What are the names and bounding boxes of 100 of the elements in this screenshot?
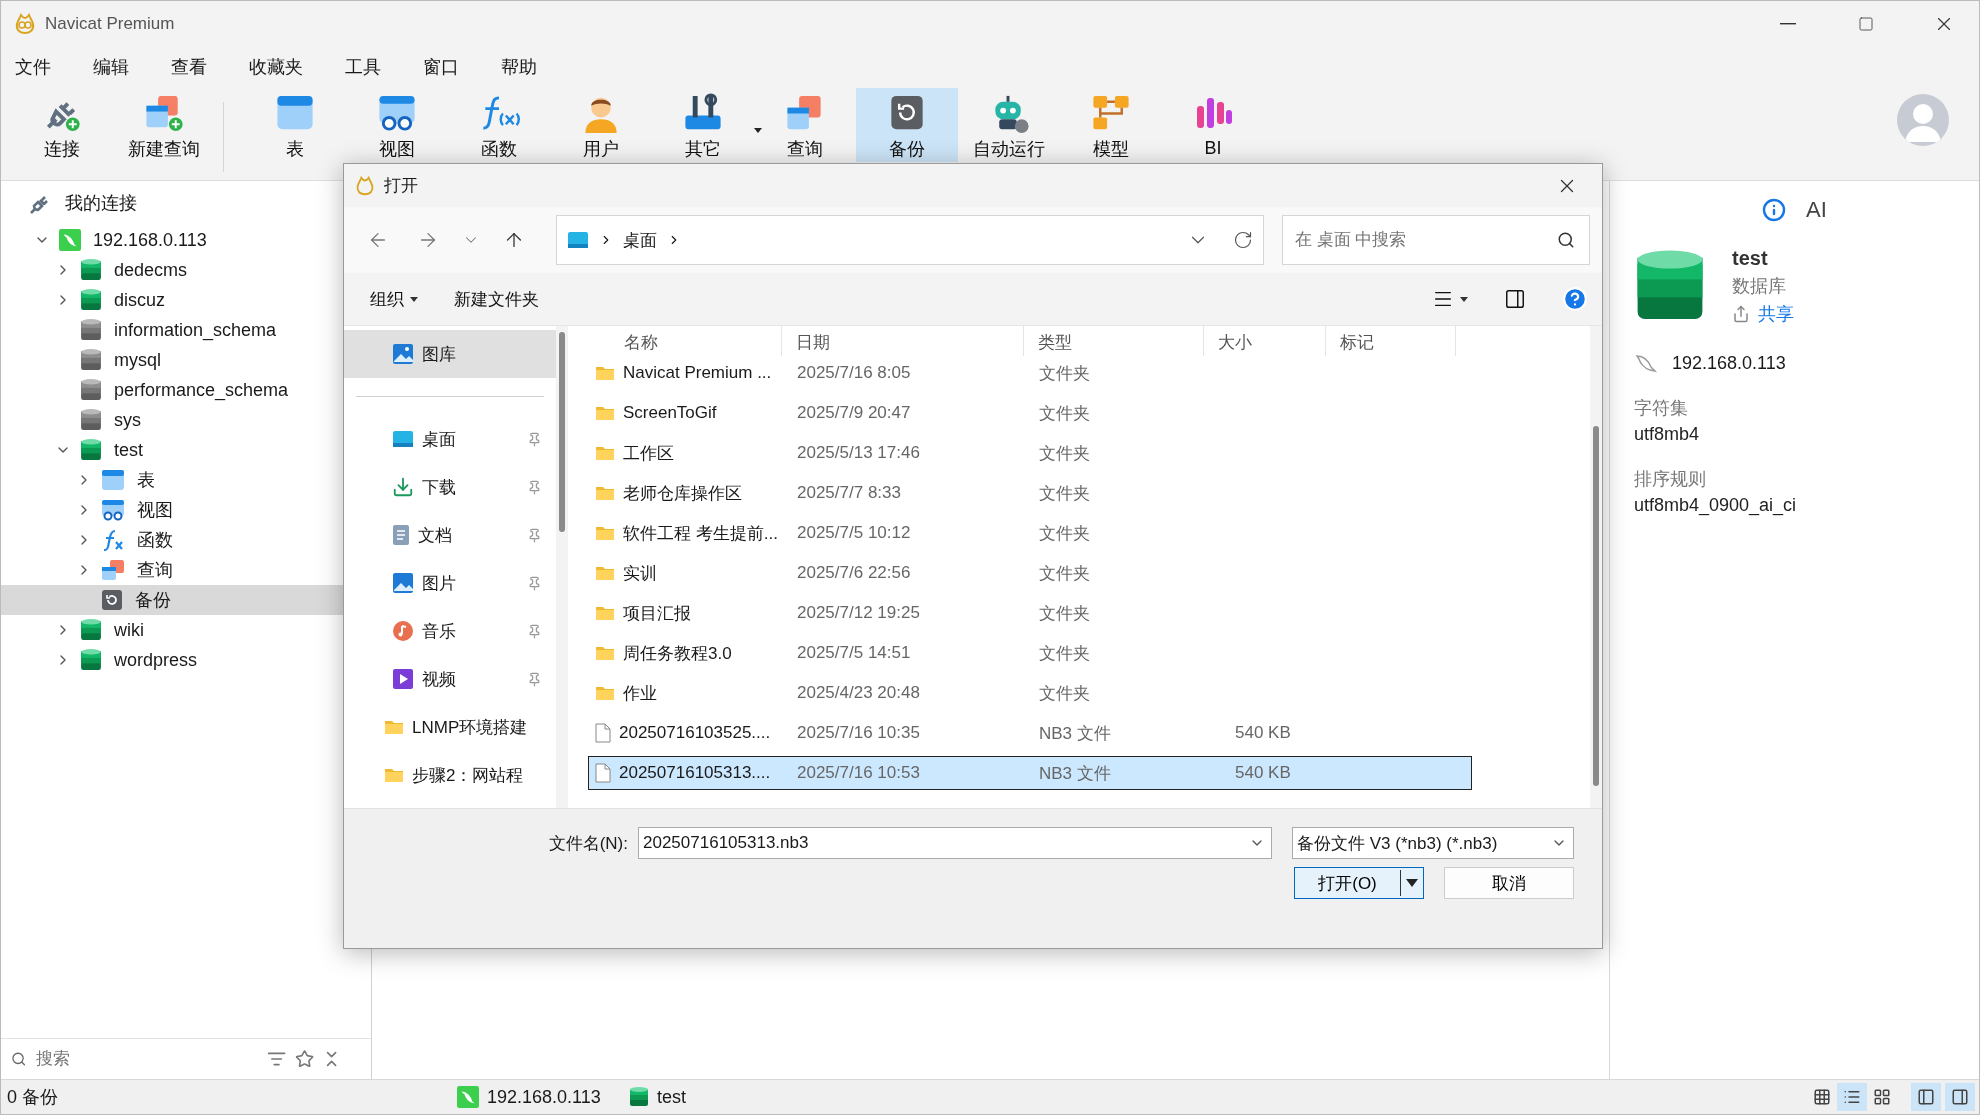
preview-pane-button[interactable]	[1504, 288, 1526, 310]
field-label: 字符集	[1634, 397, 1689, 421]
grid-view-icon	[1813, 1088, 1831, 1106]
field-label: 排序规则	[1634, 468, 1707, 492]
star-icon[interactable]	[294, 1049, 314, 1069]
address-bar[interactable]: 桌面	[556, 215, 1264, 265]
field-label: 文件名(N):	[548, 832, 628, 855]
backup-icon	[101, 589, 123, 611]
caret-icon	[1460, 296, 1468, 302]
menu-item[interactable]: 文件	[15, 55, 67, 79]
nav-item[interactable]: LNMP环境搭建	[344, 703, 556, 751]
file-name-field[interactable]: 20250716105313.nb3	[638, 827, 1272, 859]
toolbar-button[interactable]: 表	[244, 88, 346, 162]
file-row[interactable]: 实训 2025/7/6 22:56 文件夹	[588, 556, 1472, 590]
view-icon	[101, 499, 125, 521]
tree-item-label: information_schema	[114, 319, 277, 341]
connection-icon	[457, 1086, 479, 1108]
tree-item[interactable]: dedecms	[1, 255, 371, 285]
file-row[interactable]: 作业 2025/4/23 20:48 文件夹	[588, 676, 1472, 710]
file-row[interactable]: 工作区 2025/5/13 17:46 文件夹	[588, 436, 1472, 470]
table-icon	[101, 469, 125, 491]
search-icon	[11, 1051, 27, 1067]
view-toggle[interactable]	[1837, 1083, 1867, 1111]
menu-item[interactable]: 查看	[171, 55, 223, 79]
file-row[interactable]: 老师仓库操作区 2025/7/7 8:33 文件夹	[588, 476, 1472, 510]
toolbar-button[interactable]: 新建查询	[113, 88, 215, 162]
file-icon	[595, 763, 611, 783]
left-panel-icon	[1917, 1088, 1935, 1106]
cancel-button[interactable]: 取消	[1444, 867, 1574, 899]
file-row[interactable]: 周任务教程3.0 2025/7/5 14:51 文件夹	[588, 636, 1472, 670]
refresh-icon[interactable]	[1233, 230, 1253, 250]
nav-item[interactable]: 步骤2：网站程	[344, 751, 556, 799]
ai-tab[interactable]: AI	[1804, 195, 1829, 225]
toolbar-button[interactable]: 用户	[550, 88, 652, 162]
menu-item[interactable]: 工具	[345, 55, 397, 79]
folder-icon	[595, 405, 615, 421]
menu-item[interactable]: 窗口	[423, 55, 475, 79]
avatar	[1897, 94, 1949, 146]
field-value: utf8mb4	[1634, 424, 1701, 446]
column-header[interactable]: 日期	[782, 326, 1024, 356]
share-icon	[1732, 305, 1750, 323]
tree-item-label: wordpress	[114, 649, 198, 671]
command-button[interactable]: 新建文件夹	[454, 287, 539, 311]
music-icon	[392, 620, 414, 642]
menu-item[interactable]: 编辑	[93, 55, 145, 79]
folder-icon	[384, 719, 404, 735]
panel-toggle[interactable]	[1911, 1083, 1941, 1111]
app-logo-icon	[354, 174, 376, 197]
toolbar-button[interactable]: 其它	[652, 88, 754, 162]
folder-icon	[595, 445, 615, 461]
nav-item[interactable]: 图库	[344, 330, 556, 378]
field-value: utf8mb4_0900_ai_ci	[1634, 495, 1798, 517]
search-field[interactable]: 搜索	[34, 1048, 260, 1070]
file-row[interactable]: 20250716105313.... 2025/7/16 10:53 NB3 文件 540 KB	[588, 756, 1472, 790]
tree-item-label: 函数	[137, 529, 173, 552]
menu-item[interactable]: 帮助	[501, 55, 553, 79]
tree-item[interactable]: 192.168.0.113	[1, 225, 371, 255]
file-icon	[595, 723, 611, 743]
preview-pane-icon	[1504, 288, 1526, 310]
dropdown-arrow-icon[interactable]	[754, 128, 762, 133]
tree-item[interactable]: discuz	[1, 285, 371, 315]
toolbar-button[interactable]: 视图	[346, 88, 448, 162]
window-title: Navicat Premium	[45, 13, 175, 34]
column-header[interactable]: 类型	[1024, 326, 1204, 356]
toolbar-button[interactable]: 自动运行	[958, 88, 1060, 162]
open-button[interactable]: 打开(O)	[1294, 867, 1424, 899]
detail-view-icon	[1873, 1088, 1891, 1106]
file-row[interactable]: 项目汇报 2025/7/12 19:25 文件夹	[588, 596, 1472, 630]
toolbar-button[interactable]: 备份	[856, 88, 958, 162]
file-row[interactable]: 软件工程 考生提前... 2025/7/5 10:12 文件夹	[588, 516, 1472, 550]
maximize-icon	[1858, 15, 1874, 32]
tree-item[interactable]: performance_schema	[1, 375, 371, 405]
tree-item-label: test	[114, 439, 143, 461]
toolbar-button[interactable]: 查询	[754, 88, 856, 162]
file-row[interactable]: Navicat Premium ... 2025/7/16 8:05 文件夹	[588, 356, 1472, 390]
toolbar-button[interactable]: 函数	[448, 88, 550, 162]
column-header[interactable]: 名称	[588, 326, 782, 356]
toolbar-button[interactable]: 连接	[11, 88, 113, 162]
file-type-dropdown[interactable]: 备份文件 V3 (*nb3) (*.nb3)	[1292, 827, 1574, 859]
menu-item[interactable]: 收藏夹	[249, 55, 319, 79]
help-button[interactable]	[1562, 286, 1588, 312]
file-row[interactable]: ScreenToGif 2025/7/9 20:47 文件夹	[588, 396, 1472, 430]
toolbar-button[interactable]: BI	[1162, 88, 1264, 162]
tree-item-label: 视图	[137, 499, 173, 522]
file-row[interactable]: 20250716103525.... 2025/7/16 10:35 NB3 文件 540 KB	[588, 716, 1472, 750]
column-header[interactable]: 标记	[1326, 326, 1456, 356]
column-header[interactable]: 大小	[1204, 326, 1326, 356]
command-button[interactable]: 组织	[370, 287, 418, 311]
folder-icon	[595, 525, 615, 541]
tree-item-label: wiki	[114, 619, 144, 641]
panel-toggle[interactable]	[1945, 1083, 1975, 1111]
folder-icon	[384, 767, 404, 783]
tree-item-label: 表	[137, 469, 155, 492]
toolbar-button[interactable]: 模型	[1060, 88, 1162, 162]
breadcrumb[interactable]: 桌面	[623, 228, 657, 252]
share-link[interactable]: 共享	[1732, 302, 1794, 326]
folder-icon	[595, 485, 615, 501]
help-icon	[1562, 286, 1588, 312]
desktop-icon	[567, 231, 589, 249]
list-view-icon	[1843, 1088, 1861, 1106]
